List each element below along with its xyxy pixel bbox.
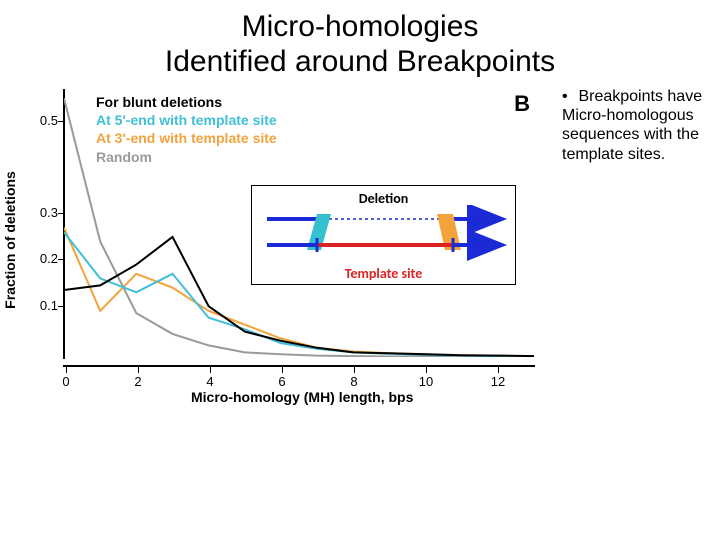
title-line-1: Micro-homologies [242,10,479,43]
inset-svg [259,205,509,265]
legend-item-blunt: For blunt deletions [96,93,277,111]
ytick-0-1: 0.1 [34,298,58,313]
ytick-0-5: 0.5 [34,113,58,128]
xtick-12: 12 [491,374,505,389]
inset-template-label: Template site [258,265,509,282]
legend-item-three: At 3'-end with template site [96,129,277,147]
xtick-0: 0 [62,374,69,389]
slide-title: Micro-homologies Identified around Break… [16,10,704,79]
xtick-2: 2 [134,374,141,389]
xtick-8: 8 [350,374,357,389]
bullet-item: Breakpoints have Micro-homologous sequen… [562,87,704,164]
chart-panel: Fraction of deletions Micro-homology (MH… [16,85,546,395]
xtick-mark [282,367,283,373]
legend: For blunt deletions At 5'-end with templ… [96,93,277,166]
ytick-0-2: 0.2 [34,251,58,266]
xtick-mark [210,367,211,373]
inset-diagram: Deletion [251,185,516,285]
xtick-4: 4 [206,374,213,389]
content-row: Fraction of deletions Micro-homology (MH… [16,85,704,395]
xtick-6: 6 [278,374,285,389]
bullet-text: Breakpoints have Micro-homologous sequen… [562,88,702,163]
legend-item-random: Random [96,148,277,166]
legend-item-five: At 5'-end with template site [96,111,277,129]
xtick-10: 10 [419,374,433,389]
x-axis-label: Micro-homology (MH) length, bps [191,389,413,405]
xtick-mark [498,367,499,373]
xtick-mark [426,367,427,373]
xtick-mark [354,367,355,373]
xtick-mark [138,367,139,373]
ytick-0-3: 0.3 [34,205,58,220]
title-line-2: Identified around Breakpoints [165,45,555,78]
x-axis-line [63,365,535,367]
bullet-column: Breakpoints have Micro-homologous sequen… [556,87,704,164]
xtick-mark [66,367,67,373]
y-axis-label: Fraction of deletions [2,171,18,309]
